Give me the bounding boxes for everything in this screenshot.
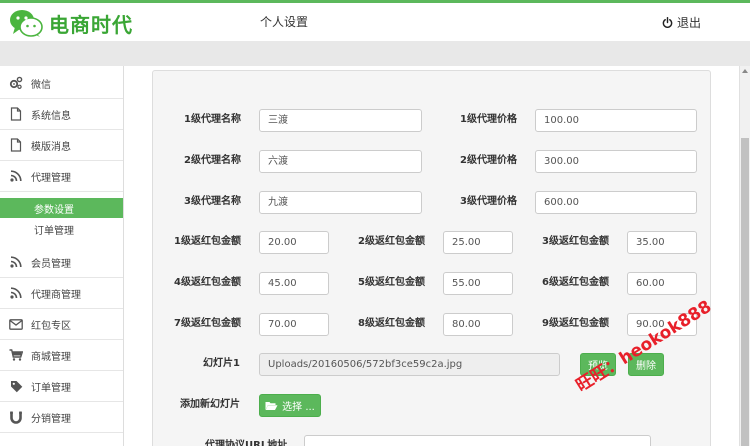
scrollbar-thumb[interactable] [741, 138, 749, 446]
sidebar-item-label: 代理管理 [31, 172, 71, 184]
sidebar-item-label: 订单管理 [31, 382, 71, 394]
toolbar-strip [0, 41, 750, 66]
sidebar-item-template-message[interactable]: 模版消息 [0, 130, 123, 161]
power-icon [662, 17, 673, 28]
agent-name-1-label: 1级代理名称 [184, 114, 241, 125]
sidebar-item-wechat[interactable]: 微信 [0, 68, 123, 99]
agent-price-3-label: 3级代理价格 [460, 196, 517, 207]
sidebar: 微信 系统信息 模版消息 代理管理 参数设置 订单管理 会员管理 代理商管理 红… [0, 66, 124, 446]
agent-name-2-input[interactable]: 六渡 [259, 150, 422, 173]
settings-panel: 1级代理名称 三渡 1级代理价格 100.00 2级代理名称 六渡 2级代理价格… [152, 70, 711, 446]
redpack-7-input[interactable]: 70.00 [259, 313, 329, 336]
tag-icon [9, 379, 23, 393]
rss-icon [9, 286, 23, 300]
scroll-up-arrow-icon[interactable] [742, 69, 748, 73]
agent-name-1-input[interactable]: 三渡 [259, 109, 422, 132]
folder-open-icon [265, 401, 278, 410]
redpack-4-label: 4级返红包金额 [174, 277, 241, 288]
sidebar-item-agent-management[interactable]: 代理管理 [0, 161, 123, 192]
sidebar-item-member-management[interactable]: 会员管理 [0, 247, 123, 278]
redpack-5-label: 5级返红包金额 [358, 277, 425, 288]
agreement-url-input[interactable] [304, 435, 651, 446]
page-scrollbar[interactable] [739, 66, 750, 446]
agent-price-3-input[interactable]: 600.00 [535, 191, 697, 214]
redpack-9-label: 9级返红包金额 [542, 318, 609, 329]
redpack-2-input[interactable]: 25.00 [443, 231, 513, 254]
sidebar-item-label: 微信 [31, 79, 51, 91]
redpack-8-input[interactable]: 80.00 [443, 313, 513, 336]
page-title[interactable]: 个人设置 [260, 13, 308, 30]
redpack-7-label: 7级返红包金额 [174, 318, 241, 329]
redpack-4-input[interactable]: 45.00 [259, 272, 329, 295]
file-icon [9, 138, 23, 152]
sidebar-item-label: 系统信息 [31, 110, 71, 122]
redpack-1-label: 1级返红包金额 [174, 236, 241, 247]
sidebar-item-label: 代理商管理 [31, 289, 81, 301]
sidebar-item-system-info[interactable]: 系统信息 [0, 99, 123, 130]
agent-name-3-label: 3级代理名称 [184, 196, 241, 207]
choose-file-button[interactable]: 选择 ... [259, 394, 321, 417]
sidebar-item-distribution[interactable]: 分销管理 [0, 402, 123, 433]
sidebar-item-label: 红包专区 [31, 320, 71, 332]
redpack-5-input[interactable]: 55.00 [443, 272, 513, 295]
file-icon [9, 107, 23, 121]
redpack-8-label: 8级返红包金额 [358, 318, 425, 329]
agent-price-2-input[interactable]: 300.00 [535, 150, 697, 173]
sidebar-item-mall-management[interactable]: 商城管理 [0, 340, 123, 371]
choose-file-label: 选择 ... [282, 402, 315, 413]
sidebar-item-label: 分销管理 [31, 413, 71, 425]
agreement-url-label: 代理协议URL地址 [205, 440, 288, 446]
agent-price-2-label: 2级代理价格 [460, 155, 517, 166]
agent-name-3-input[interactable]: 九渡 [259, 191, 422, 214]
rss-icon [9, 169, 23, 183]
redpack-6-input[interactable]: 60.00 [627, 272, 697, 295]
sidebar-item-label: 模版消息 [31, 141, 71, 153]
sidebar-item-red-packet[interactable]: 红包专区 [0, 309, 123, 340]
redpack-3-input[interactable]: 35.00 [627, 231, 697, 254]
redpack-1-input[interactable]: 20.00 [259, 231, 329, 254]
slide-1-label: 幻灯片1 [203, 358, 240, 369]
rss-icon [9, 255, 23, 269]
wechat-logo-icon [10, 10, 43, 37]
partial-icon [9, 433, 23, 446]
sidebar-item-label: 会员管理 [31, 258, 71, 270]
sidebar-item-orders[interactable]: 订单管理 [0, 371, 123, 402]
logout-label: 退出 [677, 16, 702, 30]
agent-price-1-input[interactable]: 100.00 [535, 109, 697, 132]
redpack-3-label: 3级返红包金额 [542, 236, 609, 247]
main-content: 1级代理名称 三渡 1级代理价格 100.00 2级代理名称 六渡 2级代理价格… [124, 66, 739, 446]
redpack-2-label: 2级返红包金额 [358, 236, 425, 247]
slide-1-path-input[interactable]: Uploads/20160506/572bf3ce59c2a.jpg [259, 353, 560, 376]
sidebar-subitem-param-settings[interactable]: 参数设置 [0, 198, 123, 218]
sidebar-subitem-order-management[interactable]: 订单管理 [0, 219, 123, 239]
logout-button[interactable]: 退出 [662, 14, 701, 31]
brand-name: 电商时代 [49, 12, 133, 37]
sidebar-item-dealer-management[interactable]: 代理商管理 [0, 278, 123, 309]
cart-icon [9, 348, 23, 362]
envelope-icon [9, 317, 23, 331]
gears-icon [9, 76, 23, 90]
agent-name-2-label: 2级代理名称 [184, 155, 241, 166]
logo[interactable]: 电商时代 [9, 8, 133, 38]
add-slide-label: 添加新幻灯片 [180, 399, 240, 410]
agent-price-1-label: 1级代理价格 [460, 114, 517, 125]
header: 电商时代 个人设置 退出 [0, 3, 750, 41]
sidebar-item-partial [0, 433, 123, 446]
magnet-icon [9, 410, 23, 424]
sidebar-item-label: 商城管理 [31, 351, 71, 363]
redpack-6-label: 6级返红包金额 [542, 277, 609, 288]
